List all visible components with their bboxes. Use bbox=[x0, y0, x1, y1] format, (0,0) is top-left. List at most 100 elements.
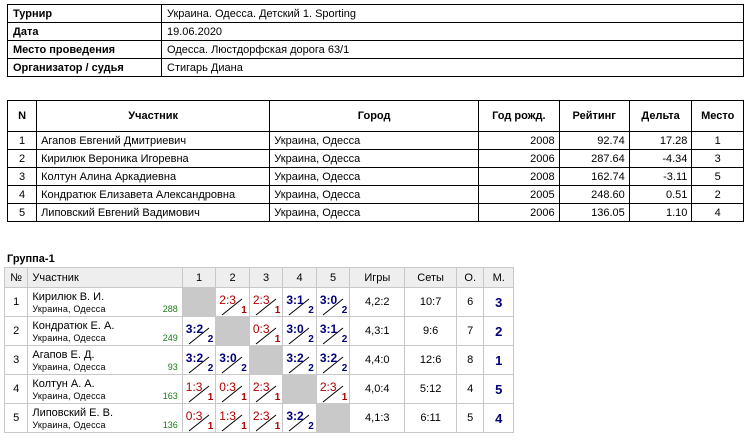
match-points: 1 bbox=[274, 421, 281, 432]
match-score: 1:3 bbox=[185, 380, 203, 394]
player-rating: 249 bbox=[162, 333, 178, 343]
cell-year: 2006 bbox=[477, 203, 560, 222]
cell-place: 4 bbox=[691, 203, 744, 222]
column-header: 5 bbox=[315, 267, 351, 288]
table-row: 4 Кондратюк Елизавета Александровна Украин… bbox=[6, 185, 744, 204]
games-summary: 4,1:3 bbox=[349, 403, 406, 433]
cell-city: Украина, Одесса bbox=[269, 203, 479, 222]
column-header: Участник bbox=[27, 267, 183, 288]
self-match-cell bbox=[315, 403, 351, 433]
match-result-cell: 3:1 2 bbox=[282, 287, 317, 317]
cell-rating: 92.74 bbox=[558, 131, 630, 150]
cell-rating: 287.64 bbox=[558, 149, 630, 168]
match-points: 2 bbox=[341, 305, 348, 316]
column-header: М. bbox=[483, 267, 514, 288]
sets-summary: 10:7 bbox=[404, 287, 458, 317]
match-result-cell: 3:1 2 bbox=[315, 316, 351, 346]
player-name: Липовский Е. В. bbox=[32, 406, 114, 419]
group-row: 4 Колтун А. А. Украина, Одесса 163 1:3 1 0:3 1 2… bbox=[3, 374, 514, 404]
table-row: 2 Кирилюк Вероника Игоревна Украина, Одесс… bbox=[6, 149, 744, 168]
sets-summary: 9:6 bbox=[404, 316, 458, 346]
column-header: 2 bbox=[215, 267, 250, 288]
cell-n: 2 bbox=[6, 149, 38, 168]
row-number: 3 bbox=[3, 345, 29, 375]
match-result-cell: 2:3 1 bbox=[248, 374, 284, 404]
column-header: 3 bbox=[248, 267, 284, 288]
match-score: 3:1 bbox=[286, 293, 304, 307]
sets-summary: 12:6 bbox=[404, 345, 458, 375]
column-header: 1 bbox=[181, 267, 217, 288]
player-city: Украина, Одесса bbox=[32, 390, 106, 401]
player-name: Колтун А. А. bbox=[32, 377, 95, 390]
player-rating: 136 bbox=[162, 420, 178, 430]
cell-delta: 17.28 bbox=[628, 131, 693, 150]
match-score: 3:0 bbox=[219, 351, 237, 365]
group-row: 1 Кирилюк В. И. Украина, Одесса 288 2:3 1 2:3 1… bbox=[3, 287, 514, 317]
match-result-cell: 0:3 1 bbox=[248, 316, 284, 346]
group-results-grid: № Участник 1 2 3 4 5 Игры Сеты О. М. 1 Кирилюк В. И.… bbox=[3, 267, 514, 433]
match-points: 1 bbox=[241, 305, 247, 316]
column-header: Игры bbox=[349, 267, 406, 288]
match-score: 2:3 bbox=[219, 293, 236, 307]
match-points: 1 bbox=[241, 392, 247, 403]
match-points: 2 bbox=[207, 334, 214, 345]
info-label: Турнир bbox=[7, 4, 162, 23]
final-place: 2 bbox=[483, 316, 514, 346]
cell-n: 4 bbox=[6, 185, 38, 204]
player-city: Украина, Одесса bbox=[32, 419, 106, 430]
info-row: Дата 19.06.2020 bbox=[7, 22, 744, 41]
cell-city: Украина, Одесса bbox=[269, 131, 479, 150]
match-points: 2 bbox=[308, 421, 314, 432]
points-total: 5 bbox=[456, 403, 485, 433]
match-points: 1 bbox=[274, 334, 281, 345]
match-points: 2 bbox=[308, 363, 314, 374]
info-label: Место проведения bbox=[7, 40, 162, 59]
column-header: Участник bbox=[36, 100, 271, 132]
match-points: 1 bbox=[207, 392, 214, 403]
tournament-info-table: Турнир Украина. Одесса. Детский 1. Sporti… bbox=[7, 4, 744, 77]
player-cell: Кирилюк В. И. Украина, Одесса 288 bbox=[27, 287, 183, 317]
self-match-cell bbox=[215, 316, 250, 346]
column-header: Город bbox=[269, 100, 479, 132]
match-result-cell: 0:3 1 bbox=[181, 403, 217, 433]
player-city: Украина, Одесса bbox=[32, 303, 106, 314]
match-result-cell: 2:3 1 bbox=[315, 374, 351, 404]
match-points: 1 bbox=[274, 305, 281, 316]
column-header: Рейтинг bbox=[558, 100, 630, 132]
cell-n: 5 bbox=[6, 203, 38, 222]
cell-delta: -4.34 bbox=[628, 149, 693, 168]
participants-header: N Участник Город Год рожд. Рейтинг Дельта Мест… bbox=[6, 100, 744, 132]
column-header: Сеты bbox=[404, 267, 458, 288]
match-score: 0:3 bbox=[252, 322, 270, 336]
info-label: Организатор / судья bbox=[7, 58, 162, 77]
match-score: 3:0 bbox=[319, 293, 338, 307]
match-result-cell: 2:3 1 bbox=[248, 287, 284, 317]
match-score: 3:2 bbox=[185, 351, 204, 365]
info-value: Украина. Одесса. Детский 1. Sporting bbox=[161, 4, 744, 23]
match-result-cell: 3:2 2 bbox=[181, 316, 217, 346]
match-result-cell: 3:2 2 bbox=[181, 345, 217, 375]
self-match-cell bbox=[282, 374, 317, 404]
cell-rating: 248.60 bbox=[558, 185, 630, 204]
cell-city: Украина, Одесса bbox=[269, 167, 479, 186]
match-score: 0:3 bbox=[219, 380, 236, 394]
match-score: 3:2 bbox=[185, 322, 204, 336]
sets-summary: 5:12 bbox=[404, 374, 458, 404]
group-title: Группа-1 bbox=[7, 253, 55, 265]
cell-name: Кирилюк Вероника Игоревна bbox=[36, 149, 271, 168]
column-header: N bbox=[6, 100, 38, 132]
player-cell: Агапов Е. Д. Украина, Одесса 93 bbox=[27, 345, 183, 375]
match-points: 2 bbox=[207, 363, 214, 374]
row-number: 5 bbox=[3, 403, 29, 433]
match-points: 2 bbox=[308, 305, 314, 316]
sets-summary: 6:11 bbox=[404, 403, 458, 433]
match-points: 1 bbox=[241, 421, 247, 432]
games-summary: 4,0:4 bbox=[349, 374, 406, 404]
column-header: О. bbox=[456, 267, 485, 288]
match-result-cell: 3:2 2 bbox=[282, 345, 317, 375]
match-result-cell: 3:2 2 bbox=[282, 403, 317, 433]
column-header: Дельта bbox=[628, 100, 693, 132]
cell-place: 1 bbox=[691, 131, 744, 150]
table-row: 5 Липовский Евгений Вадимович Украина, Оде… bbox=[6, 203, 744, 222]
cell-delta: -3.11 bbox=[628, 167, 693, 186]
